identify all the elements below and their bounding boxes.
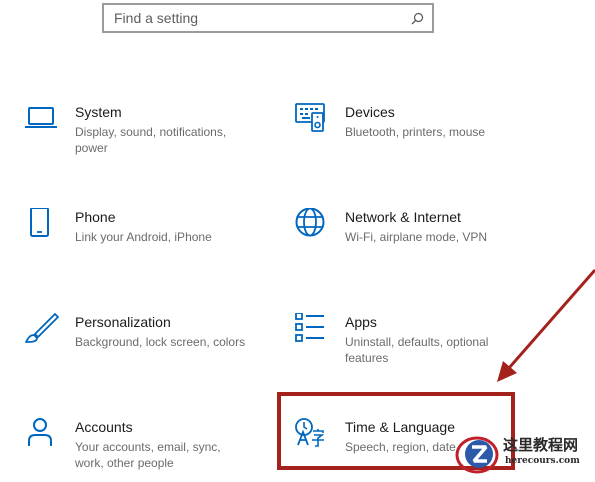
arrow-icon xyxy=(497,269,595,382)
watermark-url: herecours.com xyxy=(505,456,580,466)
watermark: 这里教程网 herecours.com xyxy=(455,432,595,476)
watermark-logo-icon xyxy=(455,434,499,476)
watermark-title: 这里教程网 xyxy=(503,436,579,454)
